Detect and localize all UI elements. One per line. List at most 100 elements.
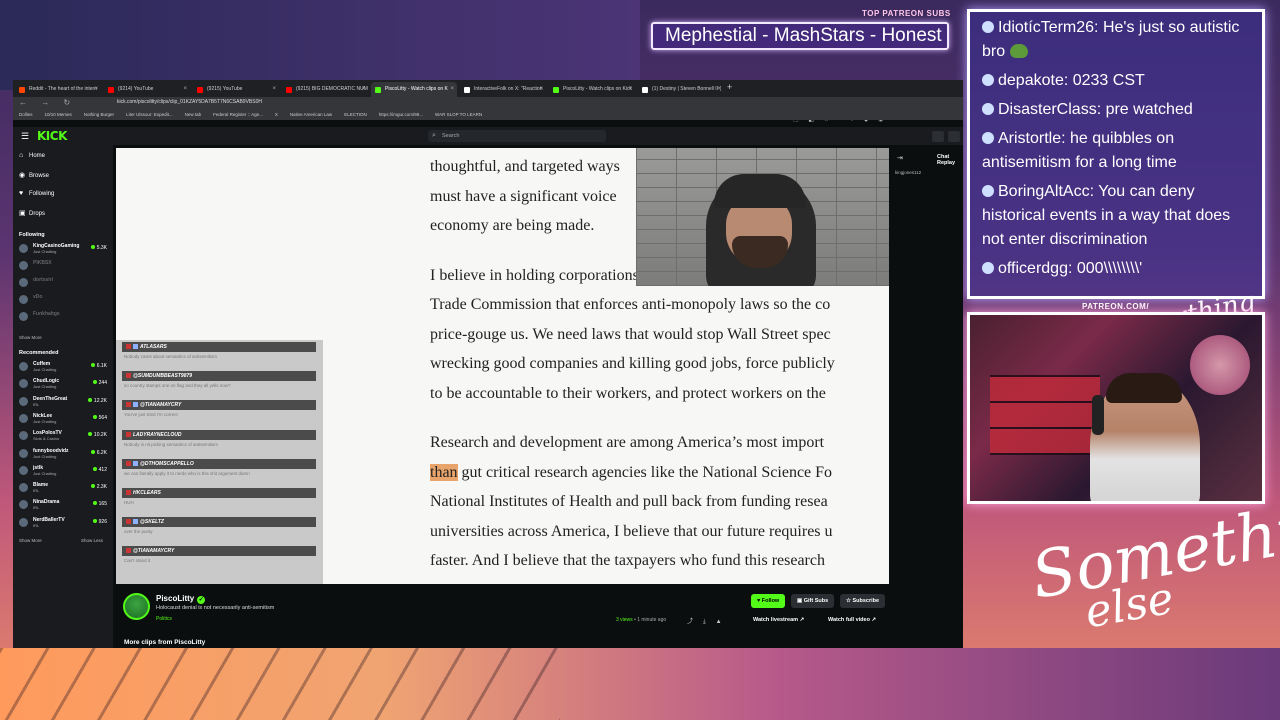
browser-tab[interactable]: (9215) YouTube × bbox=[193, 82, 279, 97]
show-more-link[interactable]: Show More bbox=[19, 335, 42, 340]
viewer-count: 6.1K bbox=[91, 363, 107, 369]
sidebar-channel[interactable]: KingCasinoGaming Just Chatting 5.3K bbox=[19, 242, 109, 258]
patreon-ticker: Mephestial - MashStars - Honest bbox=[651, 22, 949, 50]
bookmark-item[interactable]: 10/10 Memes bbox=[45, 112, 72, 117]
sidebar-item-following[interactable]: ♥ Following bbox=[19, 190, 54, 197]
close-icon[interactable]: × bbox=[628, 82, 632, 97]
share-icon[interactable]: ⤴ bbox=[687, 619, 703, 625]
kick-logo[interactable]: KICK bbox=[37, 129, 67, 143]
inner-chat-message: @TIANAMAYCRY Can't stand it bbox=[122, 546, 316, 563]
show-less-link[interactable]: Show Less bbox=[81, 538, 103, 543]
sidebar-channel[interactable]: Cuffem Just Chatting 6.1K bbox=[19, 360, 109, 376]
sidebar-channel[interactable]: LosPolosTV Slots & Casino 10.2K bbox=[19, 429, 109, 445]
bookmark-item[interactable]: X bbox=[275, 112, 278, 117]
sidebar-channel[interactable]: NickLee Just Chatting 564 bbox=[19, 412, 109, 428]
subscribe-button[interactable]: ☆ Subscribe bbox=[840, 594, 886, 608]
gift-icon: ▣ bbox=[797, 598, 804, 604]
bookmark-item[interactable]: New tab bbox=[185, 112, 202, 117]
stream-chat-message: depakote: 0233 CST bbox=[982, 69, 1250, 93]
viewer-count: 5.3K bbox=[91, 245, 107, 251]
sidebar-channel[interactable]: Funkhahgs bbox=[19, 310, 109, 326]
sidebar-item-label: Following bbox=[29, 191, 55, 197]
channel-category: Just Chatting bbox=[33, 418, 57, 424]
stream-chat-text: 000\\\\\\\\' bbox=[1076, 260, 1143, 277]
browser-tab[interactable]: (9214) YouTube × bbox=[104, 82, 190, 97]
inner-chat-username: @SKELTZ bbox=[140, 519, 164, 526]
show-more-link[interactable]: Show More bbox=[19, 538, 42, 543]
close-icon[interactable]: × bbox=[272, 82, 276, 97]
nav-buttons[interactable]: ← → ↻ bbox=[19, 98, 76, 107]
tab-label: Reddit - The heart of the intern bbox=[29, 86, 98, 92]
sidebar-channel[interactable]: dortssiri bbox=[19, 276, 109, 292]
tab-favicon-icon bbox=[553, 87, 559, 93]
avatar bbox=[19, 517, 28, 527]
article-line-text: wrecking good companies and killing good… bbox=[430, 355, 835, 372]
youtube-badge-icon bbox=[126, 460, 131, 466]
sidebar-item-home[interactable]: ⌂ Home bbox=[19, 152, 45, 159]
close-icon[interactable]: × bbox=[361, 82, 365, 97]
stream-chat-text: pre watched bbox=[1105, 101, 1193, 118]
browser-tab[interactable]: InteractiveFolk on X: "Reaction × bbox=[460, 82, 546, 97]
avatar bbox=[19, 261, 28, 270]
bookmark-item[interactable]: Native American Law bbox=[290, 112, 332, 117]
sidebar-channel[interactable]: Blame IRL 2.3K bbox=[19, 481, 109, 497]
stream-chat-message: Aristortle: he quibbles on antisemitism … bbox=[982, 130, 1177, 171]
search-input[interactable]: ⌕ Search bbox=[428, 130, 606, 142]
search-icon: ⌕ bbox=[432, 132, 436, 139]
follow-button[interactable]: ♥ Follow bbox=[751, 594, 786, 608]
bookmark-item[interactable]: Nothing Burger bbox=[84, 112, 114, 117]
close-icon[interactable]: × bbox=[539, 82, 543, 97]
watch-livestream-link[interactable]: Watch livestream ↗ bbox=[753, 617, 804, 623]
sidebar-item-drops[interactable]: ▣ Drops bbox=[19, 209, 45, 217]
gift-subs-button[interactable]: ▣ Gift Subs bbox=[791, 594, 835, 608]
bookmark-item[interactable]: Dollies bbox=[19, 112, 33, 117]
menu-icon[interactable]: ☰ bbox=[21, 131, 29, 142]
sidebar-channel[interactable]: ChudLogic Just Chatting 244 bbox=[19, 377, 109, 393]
bookmark-item[interactable]: https://imgur.com/99... bbox=[379, 112, 423, 117]
browser-tab[interactable]: (1) Destiny | Steven Bonnell II (× bbox=[638, 82, 724, 97]
sidebar-channel[interactable]: PIKBSX bbox=[19, 259, 109, 275]
article-line-text: Trade Commission that enforces anti-mono… bbox=[430, 296, 831, 313]
article-line-text: gut critical research agencies like the … bbox=[457, 463, 833, 481]
sidebar-channel[interactable]: DeenTheGreat IRL 12.2K bbox=[19, 395, 109, 411]
clip-actions[interactable]: ⤴⤓▲ bbox=[687, 616, 732, 626]
sidebar-channel[interactable]: jstlk Just Chatting 412 bbox=[19, 464, 109, 480]
streamer-name[interactable]: PiscoLitty ✓ bbox=[156, 594, 206, 604]
clip-video-player[interactable]: thoughtful, and targeted ways must have a… bbox=[116, 148, 889, 584]
download-icon[interactable]: ⤓ bbox=[703, 619, 716, 625]
bookmark-item[interactable]: Federal Register :: Age... bbox=[213, 112, 263, 117]
account-button[interactable] bbox=[948, 131, 960, 142]
inner-chat-user: @TIANAMAYCRY bbox=[122, 546, 316, 557]
browser-tab[interactable]: (9215) BIG DEMOCRATIC NUM × bbox=[282, 82, 368, 97]
article-line: price-gouge us. We need laws that would … bbox=[430, 320, 889, 350]
url-field[interactable]: kick.com/piscolitty/clips/clip_01KZAY5DA… bbox=[117, 99, 262, 105]
youtube-badge-icon bbox=[126, 402, 131, 408]
close-icon[interactable]: × bbox=[717, 82, 721, 97]
bookmark-item[interactable]: Liter Ulssour: Expedit... bbox=[126, 112, 173, 117]
sidebar-channel[interactable]: NinaDrama IRL 165 bbox=[19, 498, 109, 514]
bookmark-item[interactable]: WAR SLOP TO LEARN bbox=[435, 112, 482, 117]
theater-mode-button[interactable] bbox=[932, 131, 944, 142]
sidebar-channel[interactable]: vDo bbox=[19, 293, 109, 309]
browser-tab[interactable]: PiscoLitty - Watch clips on K × bbox=[371, 82, 457, 97]
bookmark-item[interactable]: ELECTION bbox=[344, 112, 367, 117]
close-icon[interactable]: × bbox=[183, 82, 187, 97]
sidebar-channel[interactable]: funnyboodvidz Just Chatting 6.2K bbox=[19, 447, 109, 463]
watch-full-video-link[interactable]: Watch full video ↗ bbox=[828, 617, 876, 623]
stream-chat-message: DisasterClass: pre watched bbox=[982, 98, 1250, 122]
report-icon[interactable]: ▲ bbox=[716, 619, 732, 625]
streamer-avatar[interactable] bbox=[123, 593, 150, 620]
sidebar-channel[interactable]: NerdBallerTV IRL 926 bbox=[19, 516, 109, 532]
webcam-headset bbox=[1092, 395, 1104, 435]
close-icon[interactable]: × bbox=[450, 82, 454, 97]
stream-chat-user: Aristortle bbox=[998, 130, 1062, 147]
close-icon[interactable]: × bbox=[94, 82, 98, 97]
new-tab-button[interactable]: + bbox=[727, 82, 732, 92]
clip-category[interactable]: Politics bbox=[156, 616, 172, 622]
sidebar-item-browse[interactable]: ◉ Browse bbox=[19, 171, 49, 179]
collapse-chat-icon[interactable]: ⇥ bbox=[897, 154, 903, 162]
browser-tab[interactable]: PiscoLitty - Watch clips on Kick × bbox=[549, 82, 635, 97]
tab-favicon-icon bbox=[108, 87, 114, 93]
tab-label: (9215) BIG DEMOCRATIC NUM bbox=[296, 86, 368, 92]
browser-tab[interactable]: Reddit - The heart of the intern × bbox=[15, 82, 101, 97]
